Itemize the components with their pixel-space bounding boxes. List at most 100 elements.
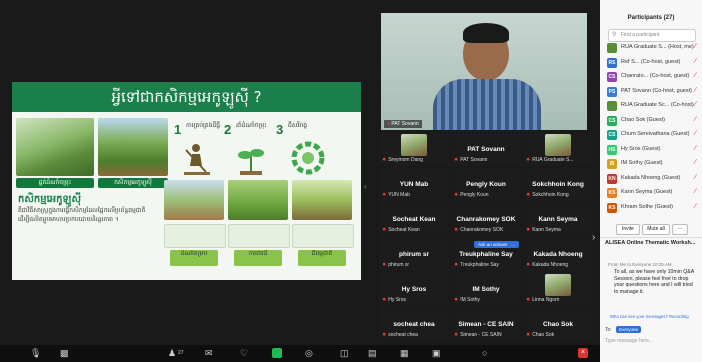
record-icon[interactable]: ◎ bbox=[305, 348, 313, 359]
mic-muted-icon: ✸ bbox=[382, 192, 387, 198]
gallery-tile-label: ✸ Sreymom Dang bbox=[382, 157, 423, 163]
mic-muted-icon[interactable]: ∕ bbox=[695, 159, 696, 166]
mic-muted-icon[interactable]: ∕ bbox=[695, 145, 696, 152]
participant-row[interactable]: CS Chum Sereivathana (Guest) ∕ bbox=[604, 129, 700, 141]
gallery-tile[interactable]: phirum sr ✸ phirum sr bbox=[379, 238, 449, 271]
photo-row-a bbox=[164, 224, 226, 248]
chat-to-label: To: bbox=[605, 327, 612, 333]
security-icon[interactable]: ◫ bbox=[340, 348, 349, 359]
avatar-initials: RS bbox=[608, 59, 616, 66]
gallery-tile[interactable]: Pengly Koun ✸ Pengly Koun bbox=[451, 168, 521, 201]
participant-row[interactable]: PS PAT Sovann (Co-host, guest) ∕ bbox=[604, 86, 700, 98]
photo-intercropping bbox=[98, 118, 168, 176]
mic-muted-icon[interactable]: ∕ bbox=[695, 101, 696, 108]
participant-name: Chanrato... (Co-host, guest) bbox=[621, 73, 690, 79]
participant-row[interactable]: RS Ref S... (Co-host, guest) ∕ bbox=[604, 57, 700, 69]
mic-muted-icon[interactable]: ∕ bbox=[695, 43, 696, 50]
gallery-tile[interactable]: ✸ Sreymom Dang bbox=[379, 133, 449, 166]
participant-row[interactable]: KN Kakada Nhoeng (Guest) ∕ bbox=[604, 173, 700, 185]
invite-button[interactable]: Invite bbox=[616, 224, 640, 235]
collapse-handle[interactable]: ‹ bbox=[364, 182, 370, 194]
gallery-tile[interactable]: Simean - CE SAIN ✸ Simean - CE SAIN bbox=[451, 308, 521, 341]
photo-row-b bbox=[228, 224, 290, 248]
apps-icon[interactable]: ▤ bbox=[368, 348, 377, 359]
more-icon[interactable]: ○ bbox=[482, 348, 487, 358]
ask-answer-menu[interactable]: … bbox=[508, 241, 519, 248]
mic-muted-icon[interactable]: ∕ bbox=[695, 174, 696, 181]
gallery-tile[interactable]: Kann Seyma ✸ Kann Seyma bbox=[523, 203, 593, 236]
pip-icon[interactable]: ▣ bbox=[432, 348, 441, 359]
gallery-tile[interactable]: YUN Mab ✸ YUN Mab bbox=[379, 168, 449, 201]
gallery-tile[interactable]: Chanrakomey SOK ✸ Chanrakomey SOK bbox=[451, 203, 521, 236]
gallery-tile[interactable]: ✸ Linna Ngorn bbox=[523, 273, 593, 306]
mic-muted-icon: ✸ bbox=[454, 262, 459, 268]
gallery-tile-label: ✸ Socheat Kean bbox=[382, 227, 420, 233]
gallery-tile-label: ✸ RUA Graduate S... bbox=[526, 157, 574, 163]
gallery-tile[interactable]: Sokchhoin Kong ✸ Sokchhoin Kong bbox=[523, 168, 593, 201]
gallery-tile[interactable]: Chao Sok ✸ Chao Sok bbox=[523, 308, 593, 341]
participant-search[interactable]: ⚲ Find a participant bbox=[608, 29, 696, 42]
more-options-button[interactable]: … bbox=[672, 224, 688, 235]
ask-answer-badge[interactable]: Ask an answer bbox=[474, 241, 512, 248]
gallery-tile-sub: Pengly Koun bbox=[460, 192, 489, 198]
gallery-tile[interactable]: socheat chea ✸ socheat chea bbox=[379, 308, 449, 341]
mic-muted-icon[interactable]: ∕ bbox=[695, 203, 696, 210]
mic-muted-icon: ✸ bbox=[526, 297, 531, 303]
caption-3: ដំណាំគម្រប bbox=[170, 250, 218, 266]
participant-row[interactable]: RUA Graduate S... (Host, me) ∕ bbox=[604, 42, 700, 54]
gallery-view-icon[interactable]: ▦ bbox=[400, 348, 409, 359]
mic-muted-icon[interactable]: ∕ bbox=[695, 116, 696, 123]
participant-name: Kakada Nhoeng (Guest) bbox=[621, 174, 681, 181]
gallery-tile-label: ✸ YUN Mab bbox=[382, 192, 410, 198]
participant-row[interactable]: HS Hy Sros (Guest) ∕ bbox=[604, 144, 700, 156]
gallery-tile[interactable]: PAT Sovann ✸ PAT Sovann bbox=[451, 133, 521, 166]
gallery-tile-sub: Chanrakomey SOK bbox=[460, 227, 504, 233]
participants-icon[interactable]: ♟ bbox=[168, 348, 176, 359]
speaker-shirt bbox=[433, 79, 541, 130]
gallery-tile[interactable]: IM Sothy ✸ IM Sothy bbox=[451, 273, 521, 306]
chat-input[interactable]: Type message here... bbox=[605, 338, 695, 344]
farmer-hoe-icon bbox=[184, 144, 210, 175]
participant-row[interactable]: KS Khram Sothe (Guest) ∕ bbox=[604, 202, 700, 214]
participant-row[interactable]: CS Chao Sok (Guest) ∕ bbox=[604, 115, 700, 127]
participant-row[interactable]: KS Kann Seyma (Guest) ∕ bbox=[604, 187, 700, 199]
participant-row[interactable]: CS Chanrato... (Co-host, guest) ∕ bbox=[604, 71, 700, 83]
participant-row[interactable]: IS IM Sothy (Guest) ∕ bbox=[604, 158, 700, 170]
chat-visibility-note[interactable]: Who can see your messages? Recording bbox=[610, 314, 689, 319]
step-number-1: 1 bbox=[174, 122, 182, 137]
speaker-video[interactable]: ● PAT Sovann bbox=[381, 13, 587, 130]
mute-icon[interactable]: 🎙 bbox=[30, 348, 41, 359]
caption-5: ជីធម្មជាតិ bbox=[298, 250, 346, 266]
gallery-tile-label: ✸ Chao Sok bbox=[526, 332, 554, 338]
gallery-tile[interactable]: ✸ RUA Graduate S... bbox=[523, 133, 593, 166]
step-text-2: ដាំដំណាំចម្រុះ bbox=[236, 122, 267, 129]
mic-muted-icon[interactable]: ∕ bbox=[695, 130, 696, 137]
participant-name: Hy Sros (Guest) bbox=[621, 145, 661, 152]
share-screen-icon[interactable] bbox=[272, 348, 282, 358]
gallery-tile-name: Treukphaline Say bbox=[459, 251, 513, 258]
reactions-icon[interactable]: ♡ bbox=[240, 348, 248, 359]
video-icon[interactable]: ▩ bbox=[60, 348, 69, 359]
gallery-tile[interactable]: Socheat Kean ✸ Socheat Kean bbox=[379, 203, 449, 236]
gallery-tile-sub: Treukphaline Say bbox=[460, 262, 499, 268]
gallery-tile[interactable]: Kakada Nhoeng ✸ Kakada Nhoeng bbox=[523, 238, 593, 271]
chat-message-text: To all, as we have only 10min Q&A Sessio… bbox=[614, 269, 694, 295]
gallery-next-arrow[interactable]: › bbox=[592, 232, 595, 243]
end-meeting-icon[interactable]: × bbox=[578, 348, 588, 358]
mute-all-button[interactable]: Mute all bbox=[642, 224, 670, 235]
participants-header: Participants (27) bbox=[627, 15, 675, 21]
mic-muted-icon[interactable]: ∕ bbox=[695, 58, 696, 65]
chat-icon[interactable]: ✉ bbox=[205, 348, 213, 359]
gallery-tile[interactable]: Hy Sros ✸ Hy Sros bbox=[379, 273, 449, 306]
mic-muted-icon: ✸ bbox=[526, 157, 531, 163]
mic-muted-icon[interactable]: ∕ bbox=[695, 72, 696, 79]
mic-muted-icon[interactable]: ∕ bbox=[695, 188, 696, 195]
participant-photo bbox=[545, 134, 571, 156]
recycle-circle-icon bbox=[291, 141, 325, 175]
slide-body-heading: កសិកម្មអេកូឡូស៊ី bbox=[18, 194, 81, 205]
gallery-tile-name: Kann Seyma bbox=[538, 216, 578, 223]
gallery-tile-label: ✸ Sokchhoin Kong bbox=[526, 192, 569, 198]
participant-row[interactable]: RUA Graduate Sc... (Co-host) ∕ bbox=[604, 100, 700, 112]
chat-recipient-select[interactable]: Everyone bbox=[616, 326, 642, 333]
mic-muted-icon[interactable]: ∕ bbox=[695, 87, 696, 94]
